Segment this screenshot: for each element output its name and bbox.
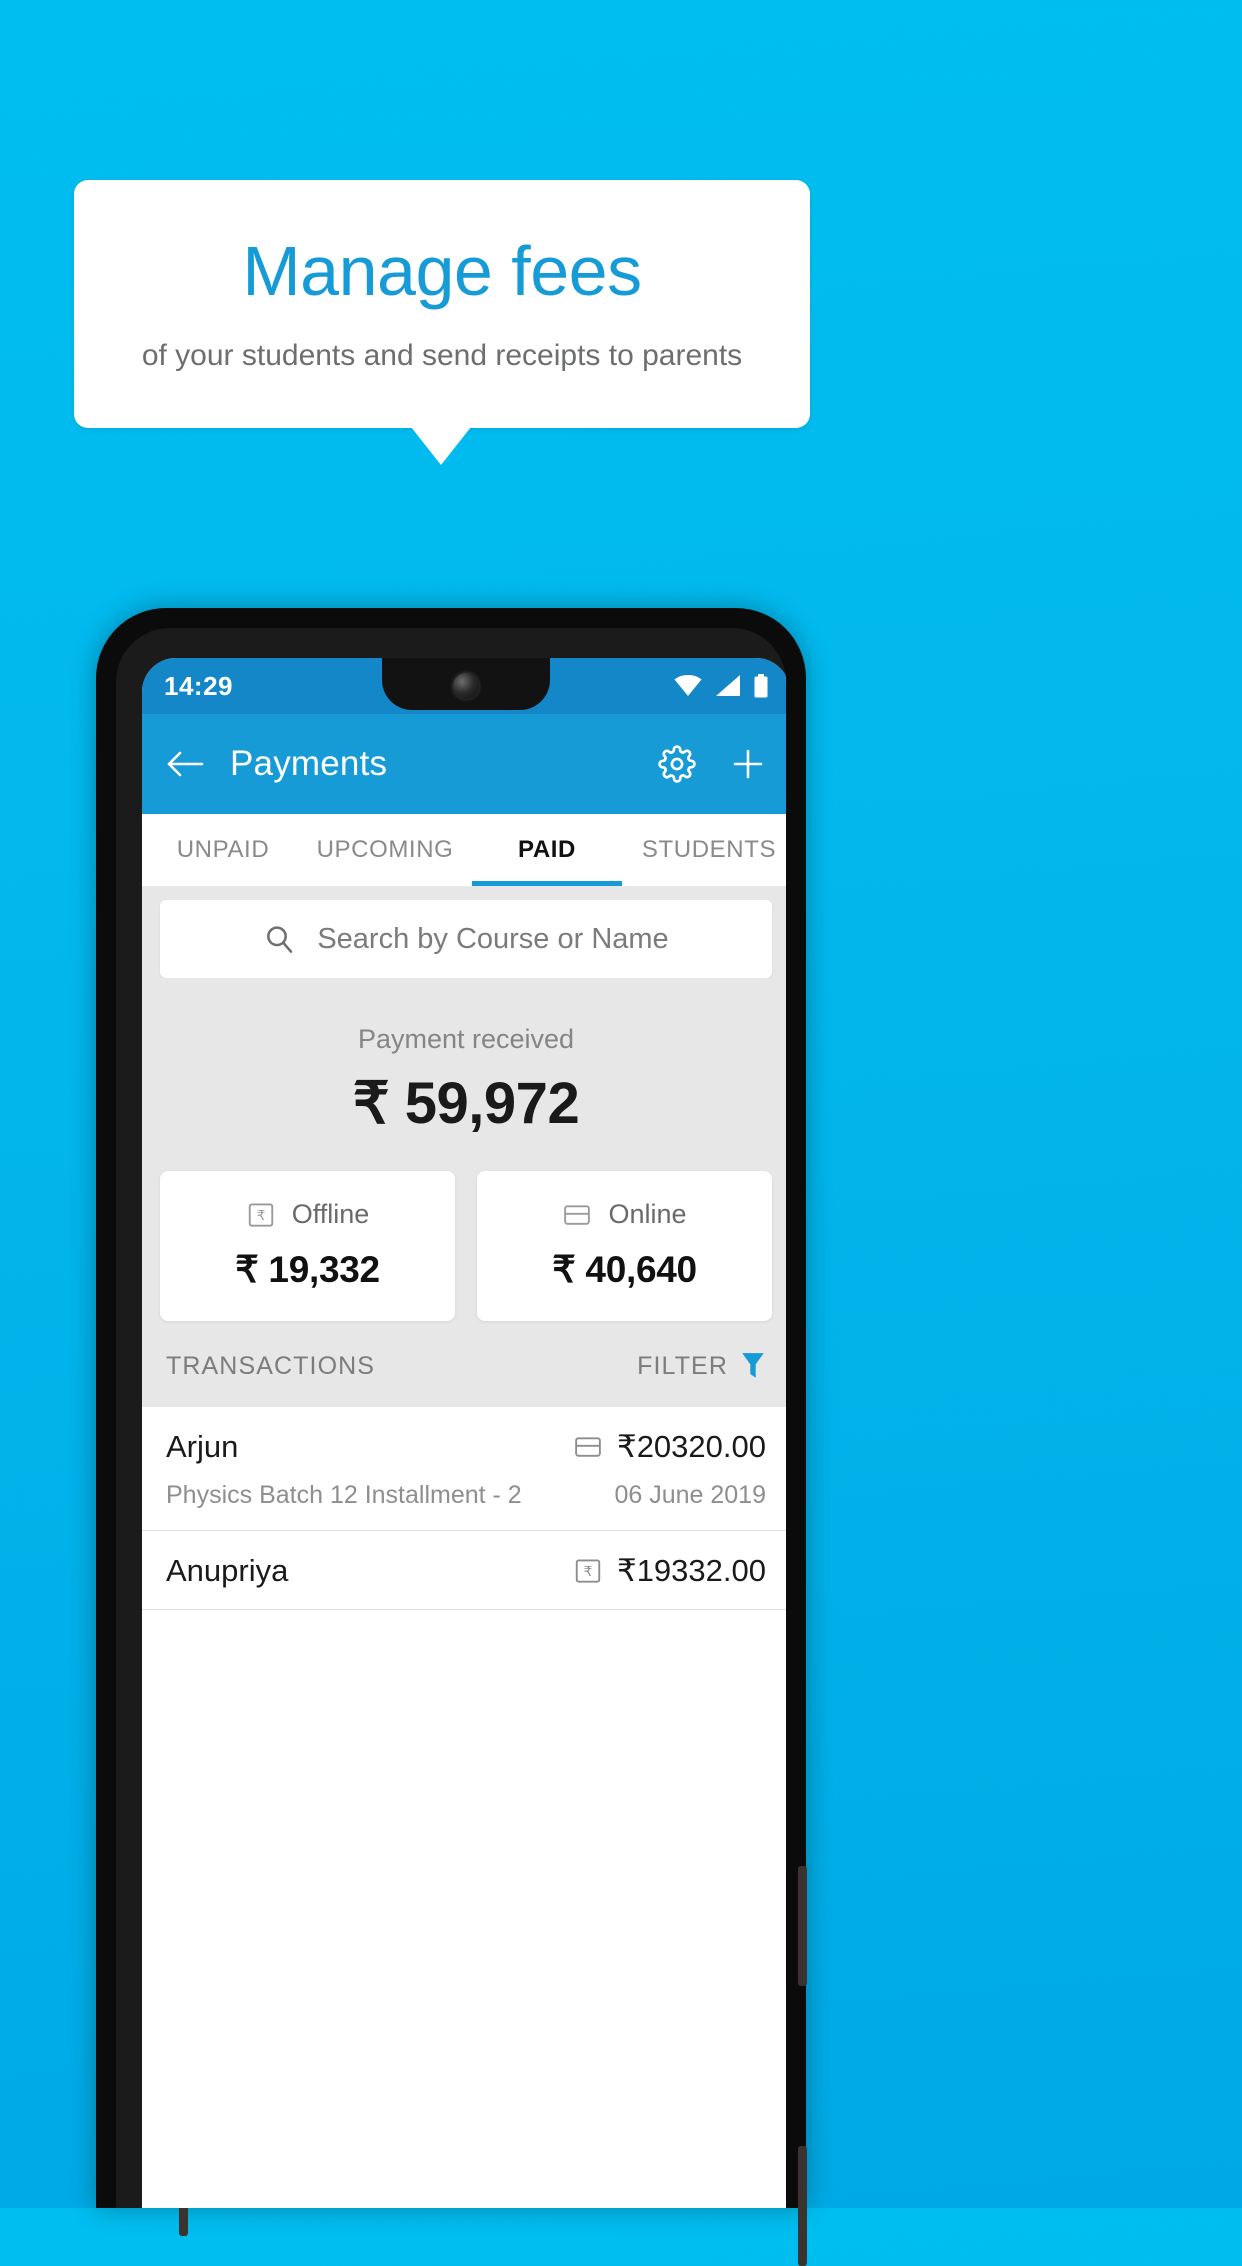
filter-button[interactable]: FILTER bbox=[637, 1351, 766, 1381]
search-placeholder-text: Search by Course or Name bbox=[317, 922, 669, 955]
payment-received-amount: ₹ 59,972 bbox=[352, 1071, 580, 1136]
tab-unpaid[interactable]: UNPAID bbox=[142, 814, 304, 886]
payment-received-label: Payment received bbox=[357, 1024, 575, 1054]
content-area: Search by Course or Name Payment receive… bbox=[142, 886, 786, 1610]
battery-icon bbox=[754, 674, 768, 698]
transaction-amount: ₹20320.00 bbox=[616, 1429, 766, 1464]
transaction-date: 06 June 2019 bbox=[614, 1481, 766, 1509]
table-row[interactable]: Arjun ₹20320.00 Physics Batch 12 Install… bbox=[142, 1407, 786, 1531]
offline-card-header: ₹ Offline bbox=[160, 1199, 455, 1230]
wifi-icon bbox=[674, 675, 702, 697]
status-bar: 14:29 bbox=[142, 658, 786, 714]
back-arrow-icon[interactable] bbox=[166, 749, 204, 779]
phone-volume-up-button[interactable] bbox=[798, 1866, 807, 1986]
online-payment-card[interactable]: Online ₹ 40,640 bbox=[477, 1171, 772, 1321]
tab-students[interactable]: STUDENTS bbox=[628, 814, 786, 886]
front-camera-icon bbox=[453, 673, 479, 699]
search-input[interactable]: Search by Course or Name bbox=[160, 900, 772, 978]
transaction-amount: ₹19332.00 bbox=[616, 1553, 766, 1588]
cash-receipt-icon: ₹ bbox=[246, 1200, 276, 1230]
online-card-amount: ₹ 40,640 bbox=[552, 1249, 697, 1290]
payment-method-cards: ₹ Offline ₹ 19,332 Online ₹ 40,640 bbox=[142, 1137, 786, 1321]
transaction-primary-line: Arjun ₹20320.00 bbox=[166, 1429, 766, 1465]
credit-card-icon bbox=[573, 1432, 603, 1462]
page-title: Payments bbox=[230, 744, 388, 783]
online-card-label: Online bbox=[608, 1199, 687, 1229]
tab-upcoming[interactable]: UPCOMING bbox=[304, 814, 466, 886]
phone-screen: 14:29 Payments UNPAID UPCOMING PAID STUD… bbox=[142, 658, 786, 2208]
filter-label: FILTER bbox=[637, 1351, 728, 1380]
svg-text:₹: ₹ bbox=[584, 1564, 593, 1580]
phone-notch bbox=[382, 658, 550, 710]
transaction-amount-group: ₹ ₹19332.00 bbox=[573, 1553, 766, 1589]
tab-paid[interactable]: PAID bbox=[466, 814, 628, 886]
search-icon bbox=[263, 923, 295, 955]
table-row[interactable]: Anupriya ₹ ₹19332.00 bbox=[142, 1531, 786, 1610]
gear-icon[interactable] bbox=[658, 745, 696, 783]
offline-payment-card[interactable]: ₹ Offline ₹ 19,332 bbox=[160, 1171, 455, 1321]
transactions-list: Arjun ₹20320.00 Physics Batch 12 Install… bbox=[142, 1407, 786, 1610]
transaction-description: Physics Batch 12 Installment - 2 bbox=[166, 1481, 522, 1509]
transaction-name: Anupriya bbox=[166, 1553, 289, 1588]
transactions-header: TRANSACTIONS FILTER bbox=[142, 1321, 786, 1407]
cash-receipt-icon: ₹ bbox=[573, 1556, 603, 1586]
plus-icon[interactable] bbox=[730, 746, 766, 782]
transactions-label: TRANSACTIONS bbox=[166, 1351, 376, 1380]
promo-bubble: Manage fees of your students and send re… bbox=[74, 180, 810, 428]
transaction-amount-group: ₹20320.00 bbox=[573, 1429, 766, 1465]
credit-card-icon bbox=[562, 1200, 592, 1230]
payment-summary: Payment received ₹ 59,972 bbox=[142, 978, 786, 1137]
phone-mockup: 14:29 Payments UNPAID UPCOMING PAID STUD… bbox=[96, 608, 807, 2266]
promo-bubble-tail bbox=[411, 427, 471, 465]
status-bar-icons bbox=[674, 674, 768, 698]
svg-text:₹: ₹ bbox=[256, 1208, 265, 1224]
transaction-primary-line: Anupriya ₹ ₹19332.00 bbox=[166, 1553, 766, 1589]
funnel-icon bbox=[740, 1351, 766, 1381]
promo-subtitle: of your students and send receipts to pa… bbox=[141, 338, 743, 372]
transaction-name: Arjun bbox=[166, 1429, 239, 1464]
app-bar-actions bbox=[658, 745, 766, 783]
app-bar: Payments bbox=[142, 714, 786, 814]
search-bar-container: Search by Course or Name bbox=[142, 886, 786, 978]
transaction-secondary-line: Physics Batch 12 Installment - 2 06 June… bbox=[166, 1481, 766, 1510]
signal-icon bbox=[715, 675, 741, 697]
status-bar-time: 14:29 bbox=[164, 670, 233, 701]
tab-bar: UNPAID UPCOMING PAID STUDENTS bbox=[142, 814, 786, 886]
online-card-header: Online bbox=[477, 1199, 772, 1230]
promo-title: Manage fees bbox=[242, 232, 642, 311]
offline-card-amount: ₹ 19,332 bbox=[235, 1249, 380, 1290]
phone-volume-down-button[interactable] bbox=[798, 2146, 807, 2266]
offline-card-label: Offline bbox=[291, 1199, 370, 1229]
phone-bezel: 14:29 Payments UNPAID UPCOMING PAID STUD… bbox=[116, 628, 786, 2208]
